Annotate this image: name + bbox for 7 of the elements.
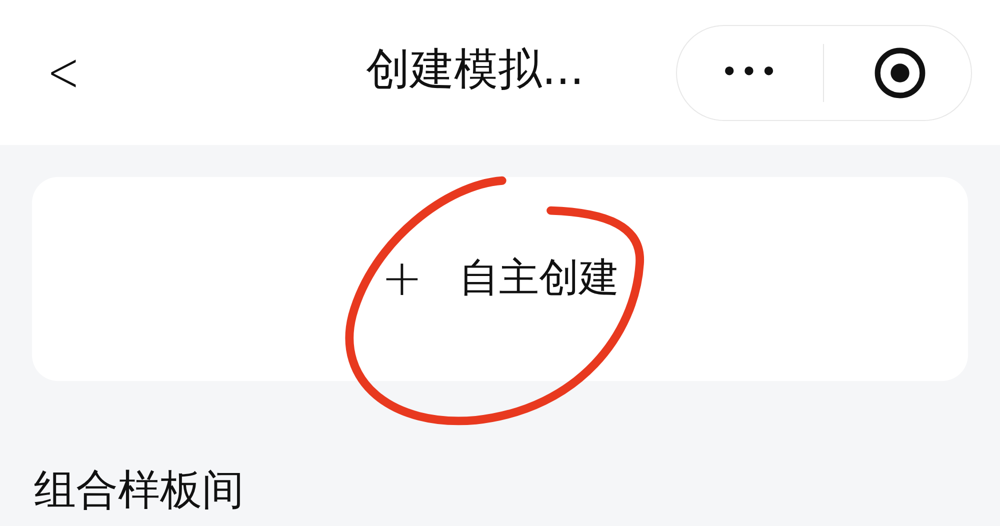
page-title: 创建模拟... [366,44,584,97]
section-title: 组合样板间 [33,467,245,514]
plus-icon: + [381,253,423,303]
create-label: 自主创建 [458,254,619,302]
back-button[interactable]: < [47,44,80,100]
more-button[interactable]: ••• [677,55,823,90]
create-card[interactable]: + 自主创建 [32,177,968,381]
